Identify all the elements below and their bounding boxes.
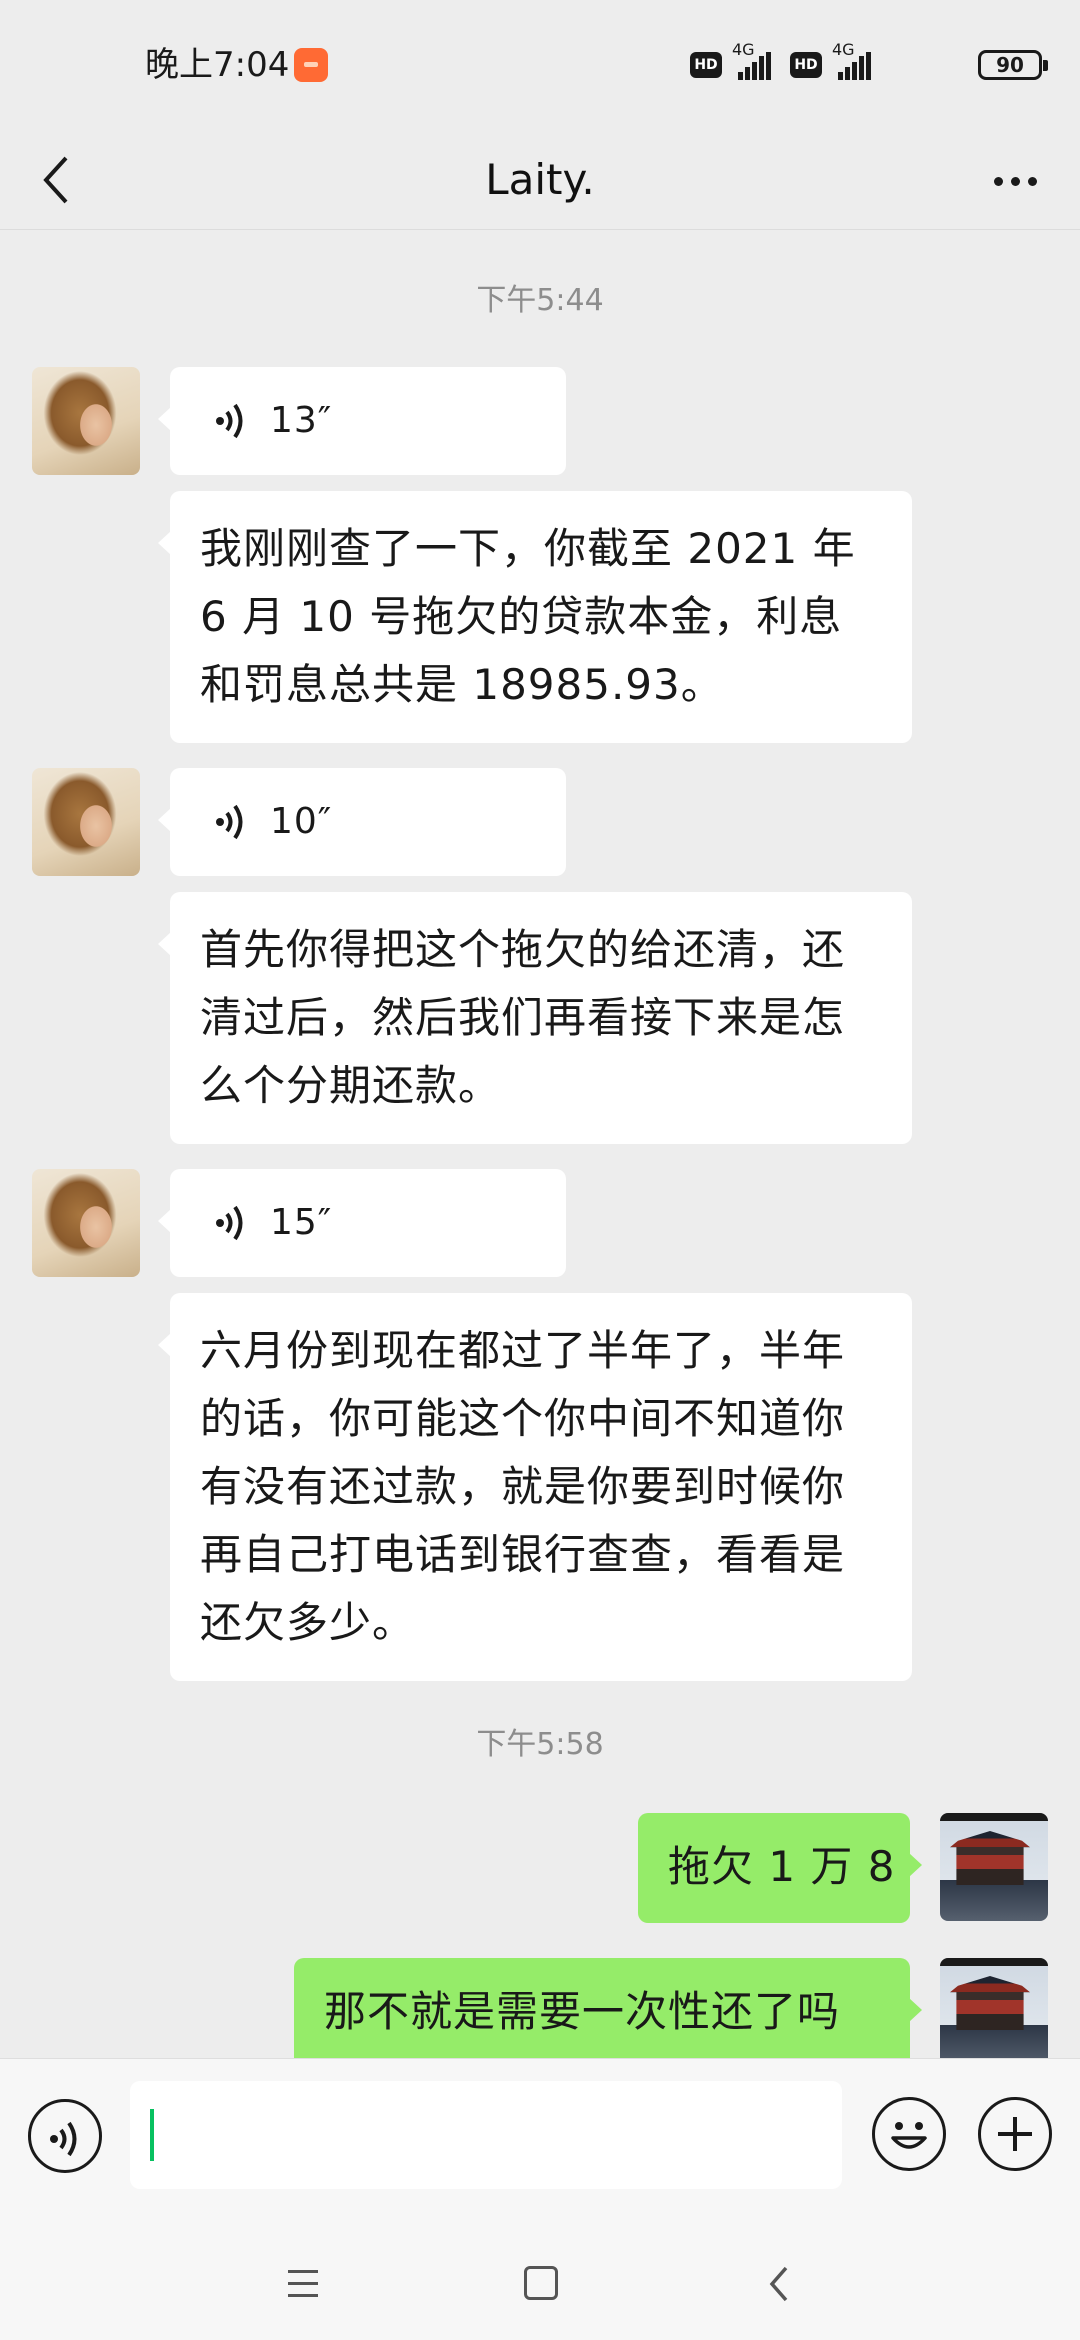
avatar[interactable] bbox=[940, 1958, 1048, 2058]
status-indicators: HD 4G HD 4G 90 bbox=[660, 40, 1080, 90]
voice-input-toggle-button[interactable] bbox=[28, 2099, 102, 2173]
signal-icon bbox=[732, 52, 771, 80]
voice-message[interactable]: 10″ bbox=[158, 768, 566, 876]
chevron-left-icon bbox=[43, 156, 68, 204]
avatar[interactable] bbox=[940, 1813, 1048, 1921]
back-button[interactable] bbox=[30, 140, 110, 220]
chat-title: Laity. bbox=[485, 155, 595, 204]
voice-wave-icon bbox=[216, 403, 243, 439]
more-options-button[interactable] bbox=[970, 140, 1060, 220]
more-dots-icon bbox=[994, 177, 1003, 186]
system-back-button[interactable] bbox=[760, 2264, 800, 2304]
text-message[interactable]: 六月份到现在都过了半年了，半年的话，你可能这个你中间不知道你有没有还过款，就是你… bbox=[158, 1293, 912, 1681]
timestamp: 下午5:58 bbox=[476, 1727, 604, 1762]
recent-apps-button[interactable] bbox=[284, 2264, 324, 2304]
voice-wave-icon bbox=[216, 804, 243, 840]
avatar[interactable] bbox=[32, 768, 140, 876]
text-caret bbox=[150, 2109, 154, 2161]
message-input[interactable] bbox=[130, 2081, 842, 2189]
timestamp: 下午5:44 bbox=[476, 283, 604, 318]
text-message[interactable]: 首先你得把这个拖欠的给还清，还清过后，然后我们再看接下来是怎么个分期还款。 bbox=[158, 892, 912, 1144]
plus-button[interactable] bbox=[978, 2097, 1052, 2171]
voice-message[interactable]: 13″ bbox=[158, 367, 566, 475]
status-bar: 晚上7:04 HD 4G HD 4G 90 bbox=[0, 0, 1080, 130]
notification-app-icon bbox=[294, 48, 328, 82]
voice-message[interactable]: 15″ bbox=[158, 1169, 566, 1277]
voice-duration: 10″ bbox=[270, 801, 333, 842]
system-navigation-bar bbox=[0, 2210, 1080, 2340]
home-button[interactable] bbox=[524, 2266, 558, 2300]
text-message[interactable]: 那不就是需要一次性还了吗 bbox=[294, 1958, 922, 2058]
voice-duration: 15″ bbox=[270, 1202, 333, 1243]
input-bar bbox=[0, 2058, 1080, 2210]
text-message[interactable]: 我刚刚查了一下，你截至 2021 年 6 月 10 号拖欠的贷款本金，利息和罚息… bbox=[158, 491, 912, 743]
avatar[interactable] bbox=[32, 1169, 140, 1277]
voice-wave-icon bbox=[216, 1205, 243, 1241]
voice-wave-icon bbox=[50, 2121, 77, 2157]
back-arrow-icon bbox=[769, 2266, 788, 2302]
hd-badge-1: HD bbox=[690, 52, 722, 78]
chat-header: Laity. bbox=[0, 130, 1080, 230]
emoji-icon bbox=[891, 2122, 927, 2149]
text-message[interactable]: 拖欠 1 万 8 bbox=[638, 1813, 922, 1923]
battery-icon: 90 bbox=[978, 50, 1048, 80]
menu-icon bbox=[288, 2270, 318, 2273]
emoji-button[interactable] bbox=[872, 2097, 946, 2171]
signal-icon bbox=[832, 52, 871, 80]
avatar[interactable] bbox=[32, 367, 140, 475]
chat-message-list[interactable]: 下午5:44 13″ 我刚刚查了一下，你截至 2021 年 6 月 10 号拖欠… bbox=[0, 231, 1080, 2058]
voice-duration: 13″ bbox=[270, 400, 333, 441]
status-time: 晚上7:04 bbox=[145, 45, 290, 85]
hd-badge-2: HD bbox=[790, 52, 822, 78]
